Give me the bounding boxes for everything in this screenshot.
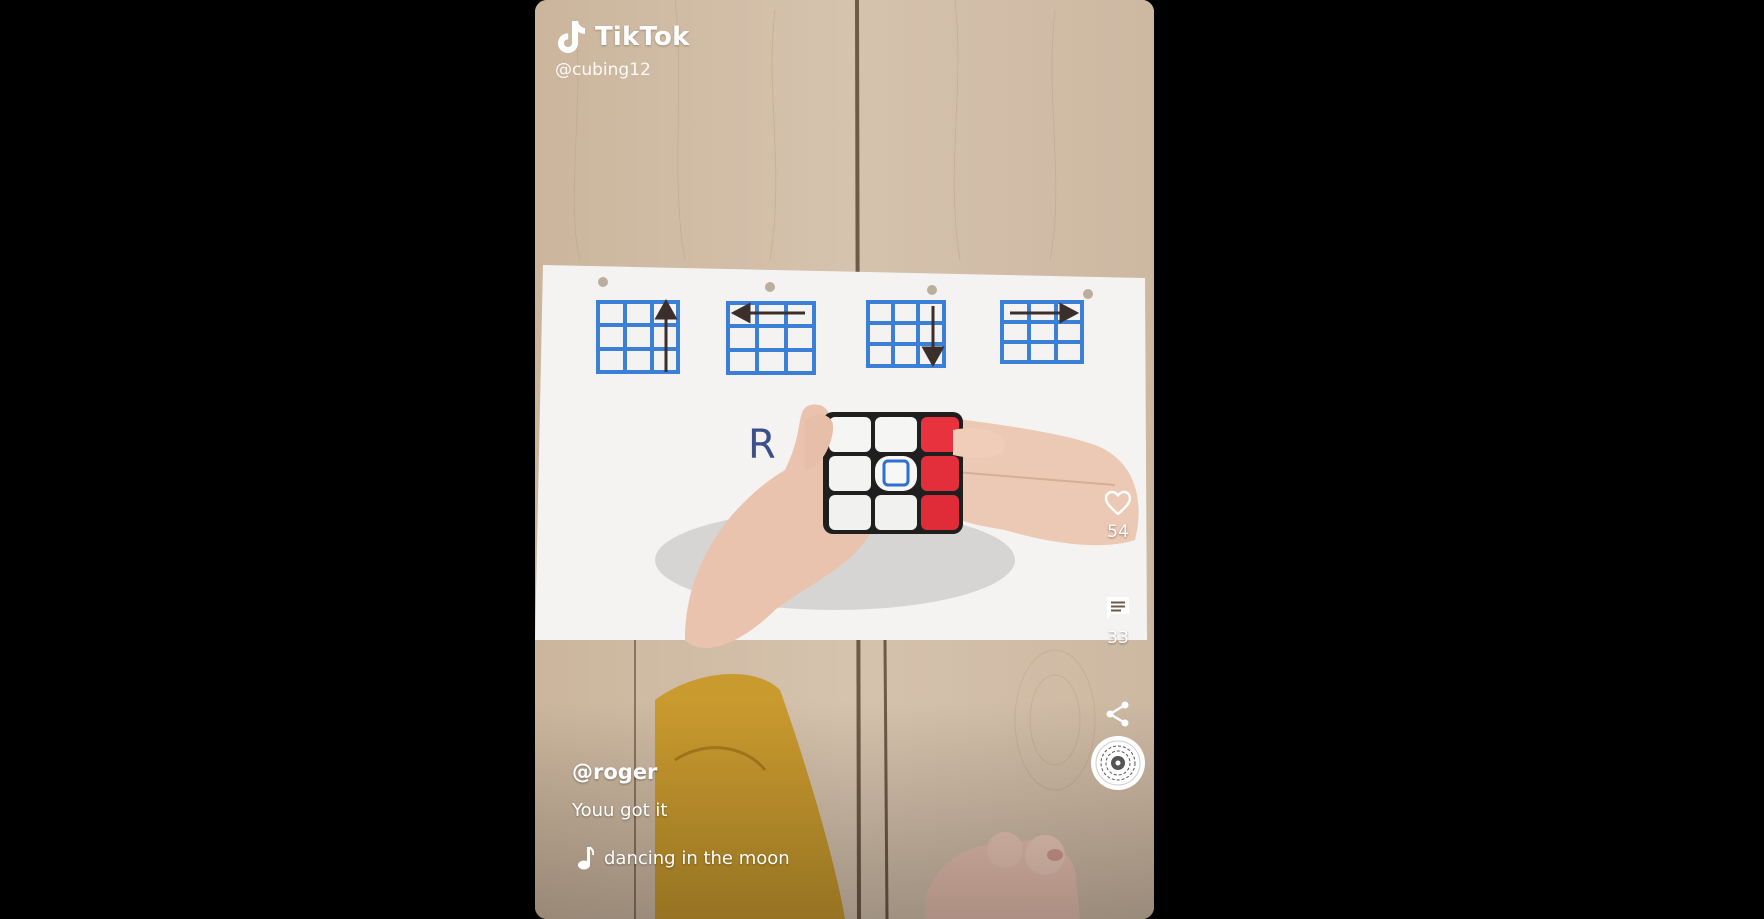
post-description: Youu got it [572,800,668,821]
comment-count: 33 [1107,628,1129,648]
music-disc-button[interactable] [1091,736,1145,790]
music-title: dancing in the moon [604,847,790,869]
watermark-handle: @cubing12 [555,60,651,80]
page: R TikTok @cubing12 54 33 @roger Youu got… [0,0,1764,919]
heart-icon [1104,490,1132,516]
share-button[interactable] [1104,700,1132,728]
music-disc-icon [1095,740,1141,786]
like-count: 54 [1107,522,1129,542]
tiktok-brand-text: TikTok [595,22,690,52]
like-button[interactable]: 54 [1104,490,1132,542]
comment-button[interactable]: 33 [1104,594,1132,648]
music-ticker[interactable]: dancing in the moon [572,845,790,871]
music-note-icon [578,846,594,870]
action-rail: 54 33 [1082,490,1154,790]
svg-text:R: R [748,422,776,468]
video-player[interactable]: R TikTok @cubing12 54 33 @roger Youu got… [535,0,1154,919]
author-handle[interactable]: @roger [572,760,790,784]
tiktok-logo-icon [558,21,585,53]
share-icon [1106,701,1129,727]
post-caption: @roger Youu got it dancing in the moon [572,760,790,871]
tiktok-watermark: TikTok @cubing12 [553,18,690,80]
comment-icon [1107,597,1129,619]
watermark-brand-row: TikTok [553,18,690,56]
